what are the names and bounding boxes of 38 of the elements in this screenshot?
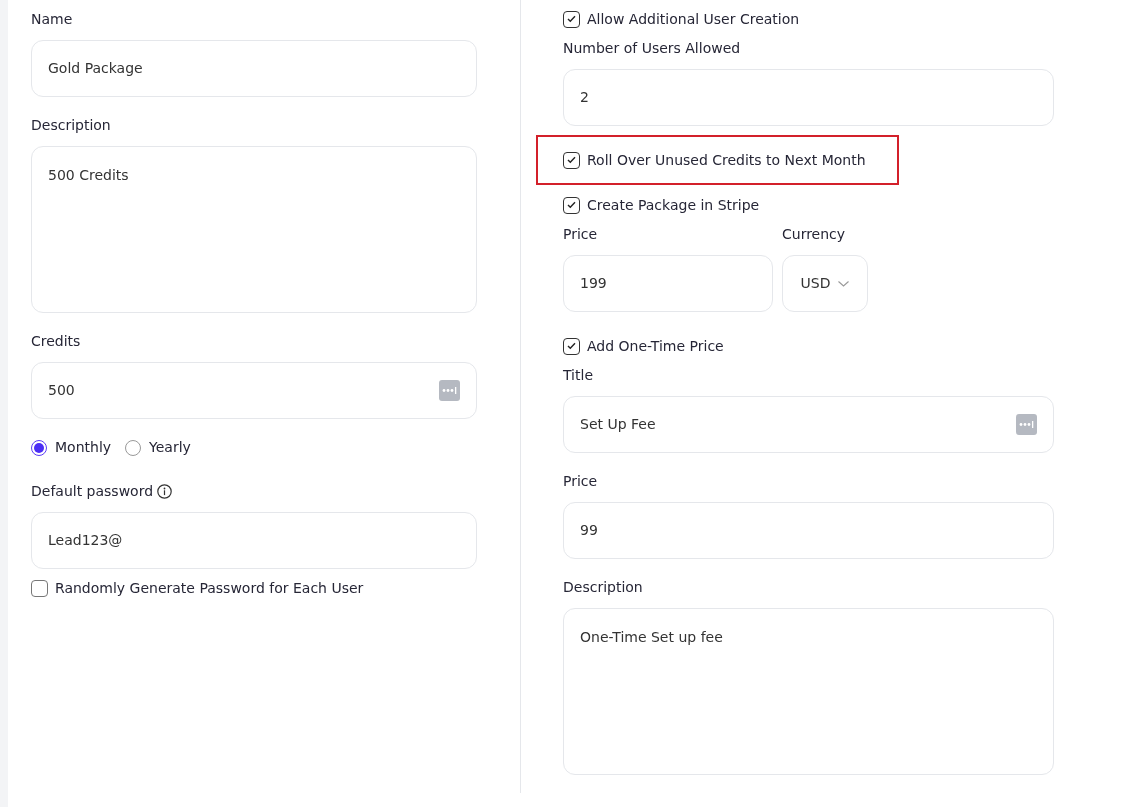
input-field[interactable]: Gold Package xyxy=(31,40,477,97)
checkmark-icon xyxy=(567,342,576,350)
checkmark-icon xyxy=(567,201,576,209)
text-area[interactable]: 500 Credits xyxy=(31,146,477,313)
checkbox[interactable] xyxy=(563,196,580,214)
text-area[interactable]: One-Time Set up fee xyxy=(563,608,1054,775)
field-label: Description xyxy=(563,578,643,597)
checkbox-label: Roll Over Unused Credits to Next Month xyxy=(587,150,866,170)
checkbox[interactable] xyxy=(563,151,580,169)
checkbox-label: Add One-Time Price xyxy=(587,336,724,356)
field-label: Price xyxy=(563,225,598,244)
checkmark-icon xyxy=(567,15,576,23)
input-field[interactable]: 2 xyxy=(563,69,1054,126)
radio-label: Yearly xyxy=(149,438,191,457)
input-field[interactable]: 199 xyxy=(563,255,773,312)
input-field[interactable]: Lead123@ xyxy=(31,512,477,569)
checkbox[interactable] xyxy=(31,579,48,597)
checkmark-icon xyxy=(567,156,576,164)
field-label: Name xyxy=(31,10,73,29)
currency-select[interactable]: USD xyxy=(782,255,868,312)
input-field[interactable]: Set Up Fee xyxy=(563,396,1054,453)
input-field[interactable]: 99 xyxy=(563,502,1054,559)
checkbox-label: Randomly Generate Password for Each User xyxy=(55,578,364,598)
field-label: Credits xyxy=(31,332,81,351)
info-icon[interactable] xyxy=(157,483,173,499)
input-field[interactable]: 500 xyxy=(31,362,477,419)
field-label: Currency xyxy=(782,225,846,244)
checkbox[interactable] xyxy=(563,10,580,28)
checkbox-label: Allow Additional User Creation xyxy=(587,9,800,29)
checkbox-label: Create Package in Stripe xyxy=(587,195,760,215)
chevron-down-icon xyxy=(838,280,850,287)
field-label: Description xyxy=(31,116,111,135)
field-label: Title xyxy=(563,366,593,385)
checkbox[interactable] xyxy=(563,337,580,355)
radio-label: Monthly xyxy=(55,438,112,457)
field-label: Price xyxy=(563,472,598,491)
field-label: Default password xyxy=(31,482,154,501)
field-label: Number of Users Allowed xyxy=(563,39,741,58)
